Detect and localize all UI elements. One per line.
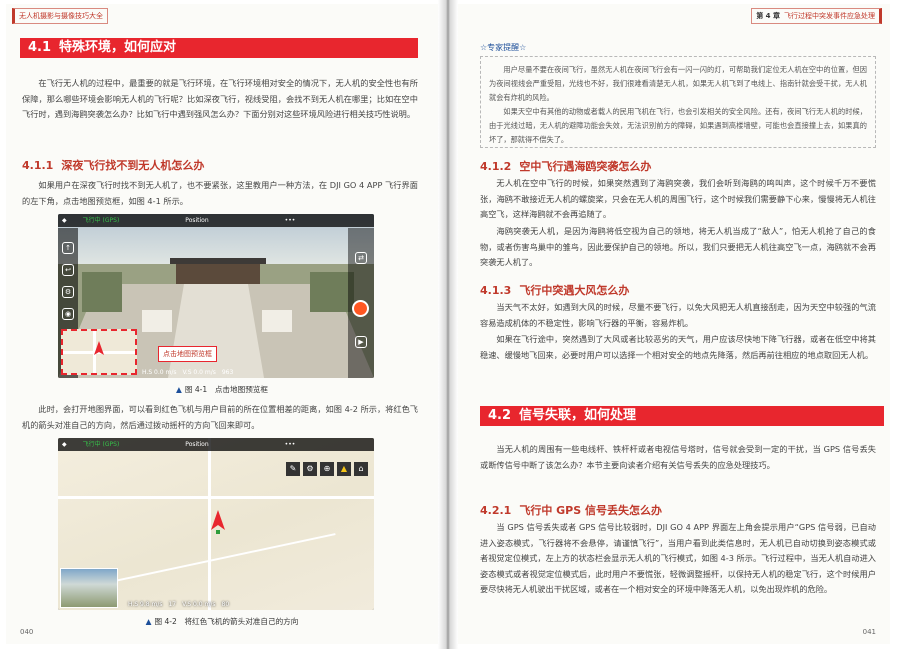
section-title: 信号失联，如何处理	[519, 408, 637, 423]
caption-marker-icon: ▲	[145, 617, 152, 626]
subsection-title: 深夜飞行找不到无人机怎么办	[61, 159, 205, 172]
expert-tip-box: 用户尽量不要在夜间飞行，虽然无人机在夜间飞行会有一闪一闪的灯，可帮助我们定位无人…	[480, 56, 876, 148]
figure-4-1-flight-view: ◆飞行中 (GPS)Position••• ↑ ↩ ⚙ ◉ ⇄ ▶ 点击地	[58, 214, 374, 378]
running-head-left: 无人机摄影与摄像技巧大全	[12, 8, 108, 24]
compass-icon[interactable]: ⌂	[354, 462, 368, 476]
figure-4-2-map-view: ◆ 飞行中 (GPS) Position ••• ✎ ⚙ ⊕ ▲ ⌂ H.S 9.8 m/s …	[58, 438, 374, 610]
gimbal-icon[interactable]: ◉	[62, 308, 74, 320]
intro-paragraph: 在飞行无人机的过程中，最重要的就是飞行环境，在飞行环境相对安全的情况下，无人机的…	[22, 78, 418, 119]
caption-marker-icon: ▲	[175, 385, 182, 394]
book-gutter	[438, 0, 458, 649]
section-number: 4.1	[28, 40, 52, 55]
subsection-4-1-2-heading: 4.1.2 空中飞行遇海鸥突袭怎么办	[480, 158, 651, 174]
camera-pip-preview[interactable]	[60, 568, 118, 608]
menu-dots-icon[interactable]: •••	[285, 217, 296, 224]
section-number: 4.2	[488, 408, 512, 423]
dji-logo-icon: ◆	[62, 217, 67, 224]
map-tool-buttons: ✎ ⚙ ⊕ ▲ ⌂	[283, 456, 368, 476]
subsection-title: 飞行中 GPS 信号丢失怎么办	[519, 504, 662, 517]
menu-dots-icon[interactable]: •••	[285, 441, 296, 448]
paragraph-1: 如果用户在深夜飞行时找不到无人机了，也不要紧张，这里教用户一种方法，在 DJI …	[22, 180, 418, 206]
book-spread: 无人机摄影与摄像技巧大全 4.1 特殊环境，如何应对 在飞行无人机的过程中，最重要…	[0, 0, 899, 649]
subsection-4-1-1-heading: 4.1.1 深夜飞行找不到无人机怎么办	[22, 157, 204, 173]
camera-settings-icon[interactable]: ⚙	[62, 286, 74, 298]
right-page: 第 4 章飞行过程中突发事件应急处理 ☆专家提醒☆ 用户尽量不要在夜间飞行，虽然…	[458, 4, 890, 644]
caption-text: 图 4-1 点击地图预览框	[184, 385, 268, 394]
right-toolbar: ⇄ ▶	[348, 228, 374, 378]
subsection-number: 4.1.2	[480, 160, 512, 173]
page-number-left: 040	[20, 628, 34, 636]
switch-camera-icon[interactable]: ⇄	[355, 252, 367, 264]
left-page: 无人机摄影与摄像技巧大全 4.1 特殊环境，如何应对 在飞行无人机的过程中，最重要…	[6, 4, 438, 644]
subsection-title: 空中飞行遇海鸥突袭怎么办	[519, 160, 652, 173]
subsection-number: 4.2.1	[480, 504, 512, 517]
map-preview-box[interactable]	[61, 329, 137, 375]
paragraph-4-1-2-b: 海鸥突袭无人机，是因为海鸥将低空视为自己的领地，将无人机当成了“敌人”，怕无人机…	[480, 226, 876, 267]
locate-icon[interactable]: ⊕	[320, 462, 334, 476]
paragraph-4-1-2-a: 无人机在空中飞行的时候，如果突然遇到了海鸥突袭，我们会听到海鸥的鸣叫声，这个时候…	[480, 178, 876, 219]
running-head-right: 第 4 章飞行过程中突发事件应急处理	[751, 8, 882, 24]
flight-mode-label: 飞行中 (GPS)	[82, 441, 120, 448]
expert-tip-title: ☆专家提醒☆	[480, 43, 527, 52]
flight-mode-label: 飞行中 (GPS)	[82, 217, 120, 224]
expert-tip-p1: 用户尽量不要在夜间飞行，虽然无人机在夜间飞行会有一闪一闪的灯，可帮助我们定位无人…	[489, 65, 867, 102]
app-status-bar: ◆ 飞行中 (GPS) Position •••	[58, 438, 374, 451]
app-status-bar: ◆ 飞行中 (GPS) Position •••	[58, 214, 374, 227]
subsection-number: 4.1.3	[480, 284, 512, 297]
subsection-title: 飞行中突遇大风怎么办	[519, 284, 630, 297]
paragraph-2: 此时，会打开地图界面，可以看到红色飞机与用户目前的所在位置相差的距离，如图 4-…	[22, 404, 418, 430]
chapter-label: 第 4 章	[756, 12, 780, 20]
subsection-number: 4.1.1	[22, 159, 54, 172]
expert-tip-p2: 如果天空中有其他的动物或者载人的民用飞机在飞行，也会引发相关的安全风险。还有，夜…	[489, 107, 867, 144]
minimap-svg	[63, 331, 135, 373]
paragraph-4-1-3-a: 当天气不太好，如遇到大风的时候，尽量不要飞行，以免大风把无人机直接刮走，因为天空…	[480, 302, 876, 328]
dji-logo-icon: ◆	[62, 441, 67, 448]
eraser-icon[interactable]: ✎	[286, 462, 300, 476]
caption-text: 图 4-2 将红色飞机的箭头对准自己的方向	[154, 617, 299, 626]
subsection-4-2-1-heading: 4.2.1 飞行中 GPS 信号丢失怎么办	[480, 502, 662, 518]
figure-4-2-caption: ▲ 图 4-2 将红色飞机的箭头对准自己的方向	[6, 616, 438, 627]
page-number-right: 041	[862, 628, 876, 636]
map-preview-callout: 点击地图预览框	[158, 346, 217, 362]
shutter-button-icon[interactable]	[352, 300, 369, 317]
home-point-icon[interactable]: ▲	[337, 462, 351, 476]
telemetry-readout: H.S 9.8 m/s 17 V.S 0.0 m/s 80	[128, 601, 230, 608]
section-4-1-heading: 4.1 特殊环境，如何应对	[20, 38, 418, 58]
position-mode-label: Position	[185, 441, 209, 448]
section-title: 特殊环境，如何应对	[59, 40, 177, 55]
settings-icon[interactable]: ⚙	[303, 462, 317, 476]
return-home-icon[interactable]: ↩	[62, 264, 74, 276]
chapter-title: 飞行过程中突发事件应急处理	[784, 12, 875, 20]
figure-4-1-caption: ▲ 图 4-1 点击地图预览框	[6, 384, 438, 395]
subsection-4-1-3-heading: 4.1.3 飞行中突遇大风怎么办	[480, 282, 629, 298]
playback-icon[interactable]: ▶	[355, 336, 367, 348]
position-mode-label: Position	[185, 217, 209, 224]
aircraft-arrow-icon	[211, 510, 225, 530]
paragraph-4-1-3-b: 如果在飞行途中，突然遇到了大风或者比较恶劣的天气，用户应该尽快地下降飞行器，或者…	[480, 334, 876, 360]
paragraph-4-2-1: 当 GPS 信号丢失或者 GPS 信号比较弱时，DJI GO 4 APP 界面左…	[480, 522, 876, 594]
takeoff-icon[interactable]: ↑	[62, 242, 74, 254]
paragraph-4-2: 当无人机的周围有一些电线杆、铁杆杆或者电视信号塔时，信号就会受到一定的干扰，当 …	[480, 444, 876, 470]
telemetry-readout: H.S 0.0 m/s V.S 0.0 m/s 963	[142, 369, 234, 376]
section-4-2-heading: 4.2 信号失联，如何处理	[480, 406, 884, 426]
